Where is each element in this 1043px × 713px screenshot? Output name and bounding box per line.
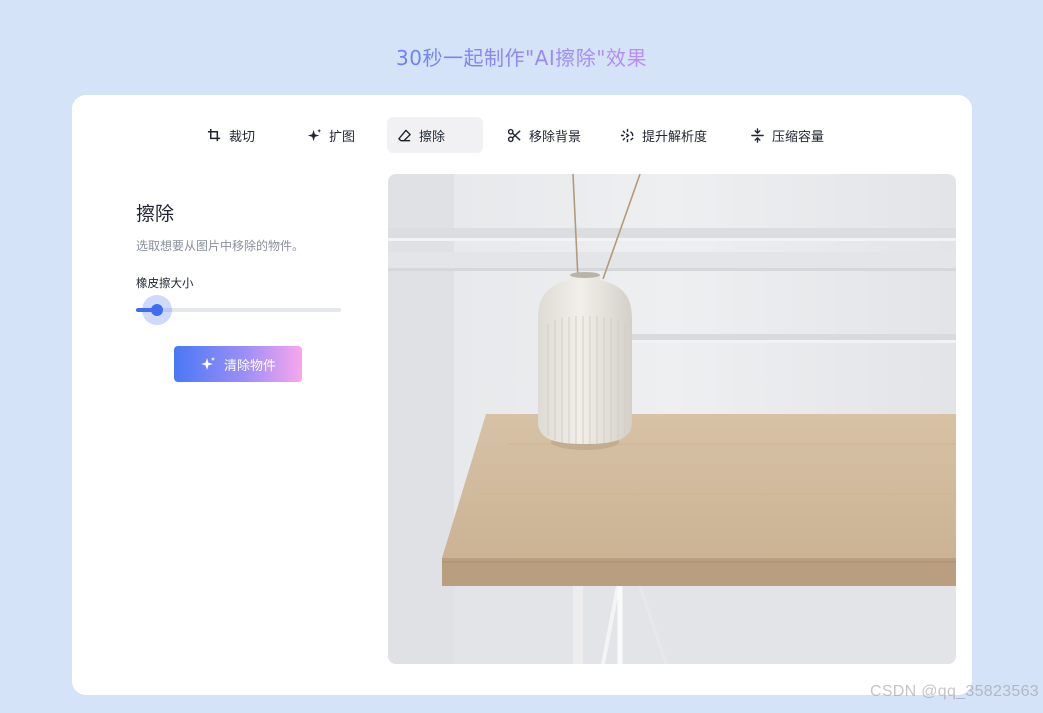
tab-upscale[interactable]: 提升解析度 <box>610 117 717 153</box>
tab-remove-background[interactable]: 移除背景 <box>497 117 591 153</box>
tab-label: 裁切 <box>229 129 256 145</box>
compress-icon <box>751 127 764 143</box>
tab-expand[interactable]: 扩图 <box>297 117 365 153</box>
page-title: 30秒一起制作"AI擦除"效果 <box>0 42 1043 71</box>
clear-objects-button[interactable]: 清除物件 <box>174 346 302 382</box>
tab-label: 提升解析度 <box>642 129 708 145</box>
watermark: CSDN @qq_35823563 <box>869 683 1039 700</box>
panel-description: 选取想要从图片中移除的物件。 <box>136 239 305 253</box>
tab-crop[interactable]: 裁切 <box>197 117 265 153</box>
tab-label: 擦除 <box>419 129 446 145</box>
editor-card: 裁切 扩图 擦除 移除背景 提升解析度 压缩容量 擦除 选取想要从图片中移除的物… <box>72 95 972 695</box>
eraser-size-label: 橡皮擦大小 <box>136 276 194 290</box>
scissors-icon <box>507 128 521 142</box>
image-canvas[interactable] <box>388 174 956 664</box>
enhance-icon <box>620 128 634 142</box>
sparkle-icon <box>307 128 322 141</box>
tab-label: 扩图 <box>329 129 356 145</box>
eraser-icon <box>398 129 411 141</box>
tab-label: 压缩容量 <box>772 129 825 145</box>
crop-icon <box>207 128 221 141</box>
clear-objects-label: 清除物件 <box>223 357 276 373</box>
tab-erase[interactable]: 擦除 <box>387 117 483 153</box>
panel-title: 擦除 <box>136 203 175 225</box>
slider-thumb[interactable] <box>150 304 163 316</box>
tab-compress[interactable]: 压缩容量 <box>740 117 834 153</box>
eraser-size-slider[interactable] <box>136 295 341 325</box>
vase-on-table-photo <box>388 174 956 664</box>
sparkle-icon <box>200 357 215 370</box>
tab-label: 移除背景 <box>529 129 582 145</box>
